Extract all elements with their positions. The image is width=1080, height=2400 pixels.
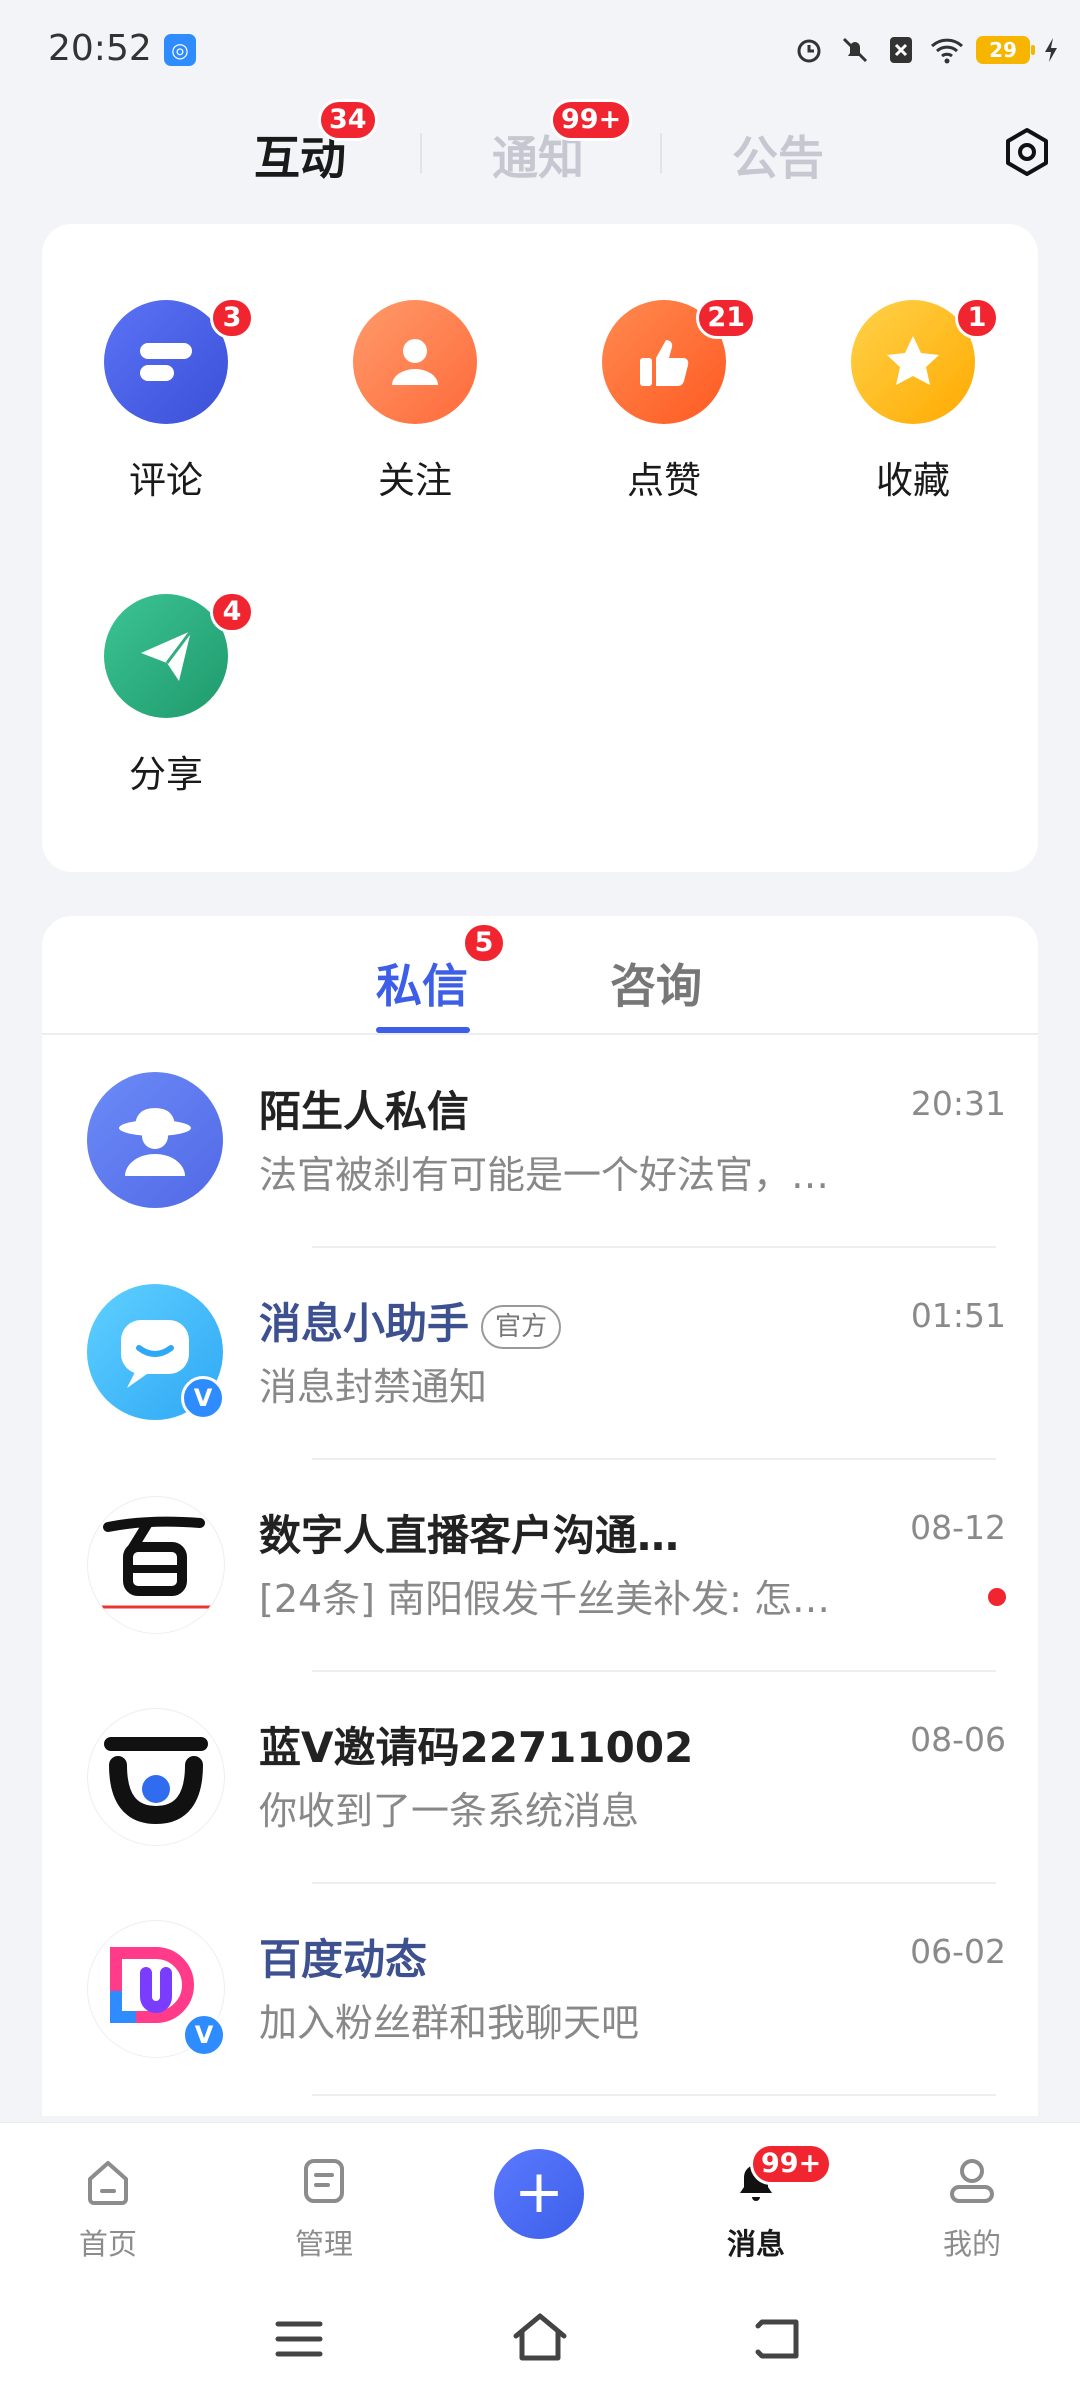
conversation-item[interactable]: 陌生人私信 法官被刹有可能是一个好法官，… 20:31 bbox=[42, 1036, 1038, 1248]
tab-notifications-badge: 99+ bbox=[550, 99, 633, 141]
charging-icon bbox=[1042, 33, 1060, 67]
person-icon bbox=[353, 300, 477, 424]
nav-profile-label: 我的 bbox=[942, 2227, 1001, 2261]
battery-icon: 29 bbox=[976, 36, 1035, 64]
conversation-preview: 法官被刹有可能是一个好法官，… bbox=[259, 1153, 830, 1197]
menu-icon[interactable] bbox=[274, 2314, 324, 2364]
mute-icon bbox=[838, 33, 872, 67]
conversation-name: 百度动态 bbox=[259, 1935, 428, 1984]
nav-manage[interactable]: 管理 bbox=[254, 2153, 394, 2263]
comment-icon: 3 bbox=[104, 297, 254, 424]
shares-badge: 4 bbox=[210, 591, 254, 633]
likes-label: 点赞 bbox=[627, 459, 701, 502]
follows-label: 关注 bbox=[378, 459, 452, 502]
row-divider bbox=[312, 2094, 996, 2096]
settings-button[interactable] bbox=[1000, 125, 1054, 179]
baidu-dynamic-avatar: V bbox=[87, 1920, 226, 2058]
nav-manage-label: 管理 bbox=[294, 2227, 353, 2261]
status-time: 20:52 bbox=[48, 28, 152, 69]
manage-icon bbox=[304, 2159, 344, 2203]
tab-private-messages[interactable]: 私信 5 bbox=[376, 922, 506, 1016]
conversation-preview: [24条] 南阳假发千丝美补发: 怎… bbox=[259, 1577, 830, 1621]
wifi-icon bbox=[930, 33, 964, 67]
follows-entry[interactable]: 关注 bbox=[315, 300, 515, 504]
shares-entry[interactable]: 4 分享 bbox=[66, 591, 266, 798]
tab-announcements-label: 公告 bbox=[732, 131, 824, 185]
favorites-badge: 1 bbox=[955, 297, 999, 339]
conversation-time: 01:51 bbox=[910, 1296, 1006, 1335]
assistant-avatar: V bbox=[87, 1284, 225, 1420]
sim-off-icon bbox=[884, 33, 918, 67]
tab-notifications[interactable]: 通知 99+ bbox=[492, 99, 633, 188]
back-icon[interactable] bbox=[754, 2314, 804, 2364]
tab-interaction[interactable]: 互动 34 bbox=[254, 99, 378, 188]
conversation-item[interactable]: 蓝V邀请码22711002 你收到了一条系统消息 08-06 bbox=[42, 1672, 1038, 1884]
app-notification-icon: ◎ bbox=[164, 34, 196, 66]
conversation-time: 20:31 bbox=[910, 1084, 1006, 1123]
conversation-item[interactable]: V 百度动态 加入粉丝群和我聊天吧 06-02 bbox=[42, 1884, 1038, 2096]
tab-divider bbox=[42, 1033, 1038, 1035]
system-home-icon[interactable] bbox=[512, 2312, 568, 2364]
favorites-entry[interactable]: 1 收藏 bbox=[813, 297, 1013, 504]
home-icon bbox=[88, 2161, 128, 2205]
verified-badge-icon: V bbox=[182, 2013, 226, 2057]
thumbs-up-icon: 21 bbox=[602, 297, 756, 424]
plus-icon: + bbox=[513, 2157, 565, 2227]
favorites-label: 收藏 bbox=[876, 459, 950, 502]
verified-badge-icon: V bbox=[181, 1376, 225, 1420]
star-icon: 1 bbox=[851, 297, 999, 424]
conversation-preview: 加入粉丝群和我聊天吧 bbox=[259, 2001, 640, 2045]
nav-messages-label: 消息 bbox=[726, 2227, 785, 2261]
create-button[interactable]: + bbox=[494, 2149, 584, 2239]
likes-badge: 21 bbox=[696, 297, 756, 339]
profile-icon bbox=[950, 2159, 994, 2203]
conversation-name: 数字人直播客户沟通… bbox=[259, 1511, 680, 1560]
tab-separator bbox=[660, 133, 662, 173]
messages-badge: 99+ bbox=[750, 2143, 833, 2185]
conversation-name: 陌生人私信 bbox=[259, 1087, 470, 1136]
group-avatar bbox=[87, 1496, 225, 1634]
paper-plane-icon: 4 bbox=[104, 591, 254, 718]
nav-home[interactable]: 首页 bbox=[38, 2153, 178, 2263]
conversation-time: 08-12 bbox=[910, 1508, 1006, 1547]
tab-consultation[interactable]: 咨询 bbox=[610, 950, 702, 1016]
likes-entry[interactable]: 21 点赞 bbox=[564, 297, 764, 504]
tab-private-messages-label: 私信 bbox=[376, 959, 468, 1013]
shares-label: 分享 bbox=[129, 753, 203, 796]
conversation-item[interactable]: 数字人直播客户沟通… [24条] 南阳假发千丝美补发: 怎… 08-12 bbox=[42, 1460, 1038, 1672]
nav-messages[interactable]: 99+ 消息 bbox=[686, 2143, 833, 2263]
tab-consultation-label: 咨询 bbox=[610, 959, 702, 1013]
invite-code-avatar bbox=[87, 1708, 225, 1846]
comments-label: 评论 bbox=[129, 459, 203, 502]
comments-entry[interactable]: 3 评论 bbox=[66, 297, 266, 504]
status-icons: 29 bbox=[792, 30, 1060, 70]
system-nav-bar bbox=[0, 2282, 1080, 2400]
conversation-time: 06-02 bbox=[910, 1932, 1006, 1971]
conversation-name: 消息小助手 bbox=[259, 1299, 470, 1348]
conversation-name: 蓝V邀请码22711002 bbox=[259, 1723, 694, 1772]
stranger-avatar bbox=[87, 1072, 223, 1208]
conversation-time: 08-06 bbox=[910, 1720, 1006, 1759]
private-messages-badge: 5 bbox=[462, 922, 506, 964]
conversation-preview: 消息封禁通知 bbox=[259, 1365, 488, 1409]
alarm-icon bbox=[792, 33, 826, 67]
conversation-name-wrap: 消息小助手 官方 bbox=[259, 1290, 562, 1351]
settings-icon bbox=[1006, 128, 1048, 176]
nav-home-label: 首页 bbox=[78, 2227, 137, 2261]
conversation-item[interactable]: V 消息小助手 官方 消息封禁通知 01:51 bbox=[42, 1248, 1038, 1460]
conversation-preview: 你收到了一条系统消息 bbox=[259, 1789, 640, 1833]
official-tag: 官方 bbox=[481, 1304, 562, 1349]
nav-profile[interactable]: 我的 bbox=[902, 2153, 1042, 2263]
bottom-nav: 首页 管理 + 99+ 消息 我的 bbox=[0, 2122, 1080, 2283]
tab-separator bbox=[420, 133, 422, 173]
comments-badge: 3 bbox=[210, 297, 254, 339]
tab-interaction-badge: 34 bbox=[318, 99, 378, 141]
unread-dot bbox=[988, 1588, 1006, 1606]
tab-announcements[interactable]: 公告 bbox=[732, 122, 824, 188]
